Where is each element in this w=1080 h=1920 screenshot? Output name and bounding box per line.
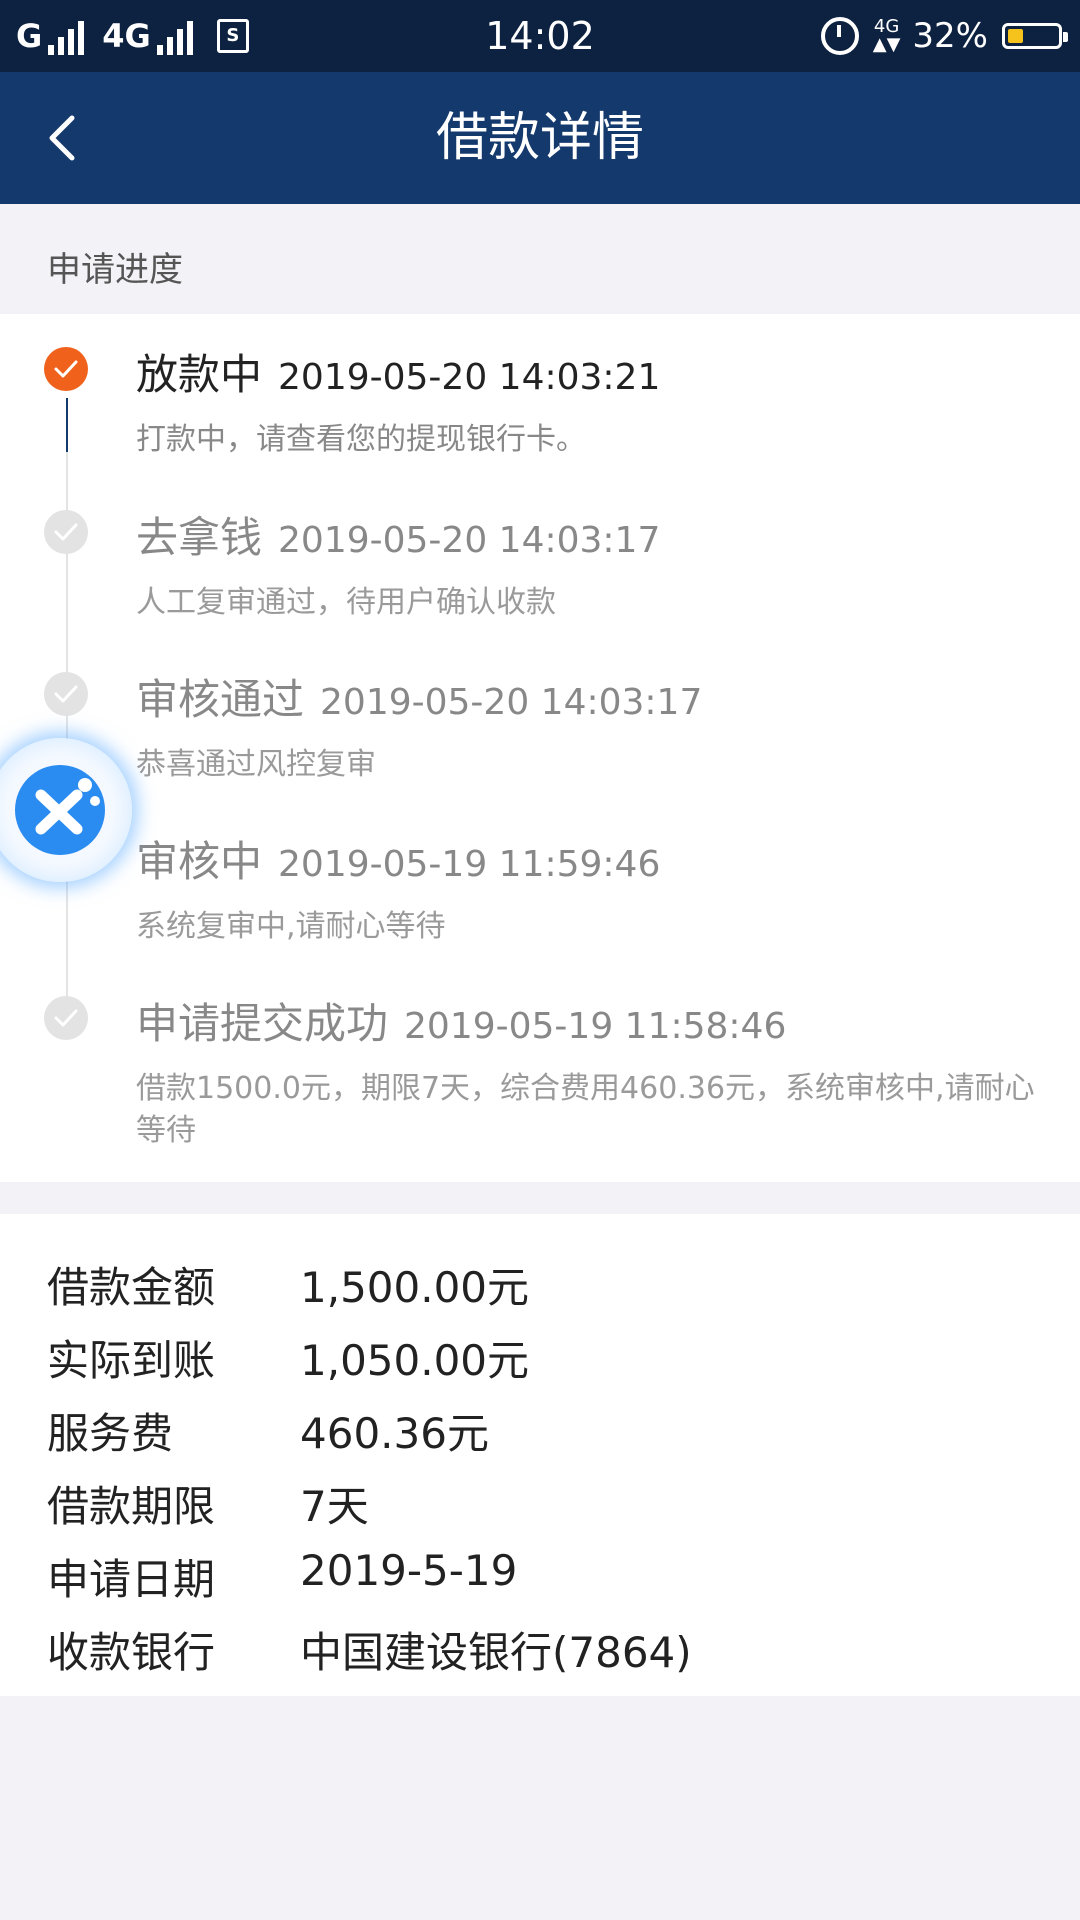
detail-label: 申请日期	[47, 1555, 216, 1604]
detail-row: 申请日期 2019-5-19	[0, 1536, 1080, 1608]
check-circle-icon	[44, 672, 88, 716]
step-desc: 打款中，请查看您的提现银行卡。	[136, 422, 586, 457]
alarm-icon	[820, 17, 859, 55]
detail-value: 1,500.00元	[300, 1263, 530, 1312]
step-desc: 系统复审中,请耐心等待	[136, 909, 446, 944]
step-head: 申请提交成功 2019-05-19 11:58:46	[136, 990, 786, 1051]
detail-row: 服务费 460.36元	[0, 1390, 1080, 1462]
step-title: 申请提交成功	[136, 999, 389, 1048]
detail-label: 服务费	[47, 1409, 174, 1458]
detail-row: 收款银行 中国建设银行(7864)	[0, 1609, 1080, 1681]
step-desc: 借款1500.0元，期限7天，综合费用460.36元，系统审核中,请耐心等待	[136, 1071, 1035, 1148]
step-desc: 人工复审通过，待用户确认收款	[136, 585, 556, 620]
detail-label: 借款期限	[47, 1482, 216, 1531]
step-time: 2019-05-19 11:58:46	[404, 1006, 787, 1047]
step-head: 去拿钱 2019-05-20 14:03:17	[136, 504, 660, 565]
check-circle-icon	[44, 510, 88, 554]
check-circle-icon	[44, 996, 88, 1040]
section-title: 申请进度	[47, 250, 183, 290]
detail-label: 收款银行	[47, 1628, 216, 1677]
detail-row: 借款金额 1,500.00元	[0, 1244, 1080, 1316]
nav-bar: 借款详情	[0, 72, 1080, 204]
network-badge-bottom: ▲▼	[872, 34, 901, 55]
step-head: 审核通过 2019-05-20 14:03:17	[136, 666, 702, 727]
detail-value: 460.36元	[300, 1409, 489, 1458]
section-header: 申请进度	[0, 204, 1080, 314]
status-right: 4G ▲▼ 32%	[820, 0, 1068, 72]
network-4g-icon: 4G ▲▼	[873, 18, 901, 54]
detail-row: 借款期限 7天	[0, 1463, 1080, 1535]
detail-value: 7天	[300, 1482, 369, 1531]
battery-percent: 32%	[912, 16, 988, 56]
step-title: 审核通过	[136, 675, 305, 724]
battery-icon	[1002, 23, 1068, 49]
step-title: 审核中	[136, 837, 263, 886]
timeline-line-active	[66, 398, 68, 452]
detail-label: 实际到账	[47, 1336, 216, 1385]
step-title: 去拿钱	[136, 513, 263, 562]
page-title: 借款详情	[435, 108, 644, 168]
battery-level	[1008, 29, 1024, 43]
step-time: 2019-05-20 14:03:17	[278, 520, 661, 561]
status-bar: G 4G S 14:02 4G ▲▼ 32%	[0, 0, 1080, 72]
step-time: 2019-05-19 11:59:46	[278, 844, 661, 885]
step-time: 2019-05-20 14:03:21	[278, 357, 661, 398]
check-circle-icon	[44, 347, 88, 391]
detail-value: 中国建设银行(7864)	[300, 1628, 692, 1677]
detail-value: 2019-5-19	[300, 1546, 518, 1595]
loan-details: 借款金额 1,500.00元 实际到账 1,050.00元 服务费 460.36…	[0, 1214, 1080, 1696]
step-head: 放款中 2019-05-20 14:03:21	[136, 341, 660, 402]
detail-value: 1,050.00元	[300, 1336, 530, 1385]
assistant-icon	[15, 765, 105, 855]
step-time: 2019-05-20 14:03:17	[320, 682, 703, 723]
step-title: 放款中	[136, 350, 263, 399]
step-desc: 恭喜通过风控复审	[136, 747, 376, 782]
step-head: 审核中 2019-05-19 11:59:46	[136, 828, 660, 889]
detail-label: 借款金额	[47, 1263, 216, 1312]
detail-row: 实际到账 1,050.00元	[0, 1317, 1080, 1389]
